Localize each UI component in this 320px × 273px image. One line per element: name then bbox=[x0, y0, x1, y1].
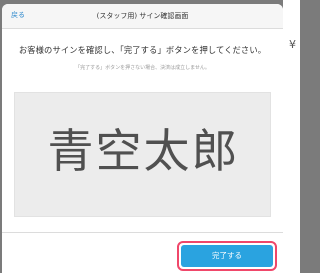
background-partial-text: ¥ bbox=[289, 38, 296, 51]
dialog-title: (スタッフ用) サイン確認画面 bbox=[96, 12, 189, 20]
complete-button-label: 完了する bbox=[181, 245, 273, 267]
signature-image: 青空太郎 bbox=[47, 124, 240, 178]
dialog-footer: 完了する bbox=[2, 232, 283, 273]
warning-note: 「完了する」ボタンを押さない場合、決済は成立しません。 bbox=[75, 65, 210, 71]
complete-button[interactable]: 完了する bbox=[177, 241, 277, 271]
signature-confirm-dialog: 戻る (スタッフ用) サイン確認画面 お客様のサインを確認し、「完了する」ボタン… bbox=[2, 4, 283, 273]
dialog-header: 戻る (スタッフ用) サイン確認画面 bbox=[2, 4, 283, 29]
instruction-text: お客様のサインを確認し、「完了する」ボタンを押してください。 bbox=[18, 45, 267, 55]
signature-pad: 青空太郎 bbox=[14, 92, 271, 217]
